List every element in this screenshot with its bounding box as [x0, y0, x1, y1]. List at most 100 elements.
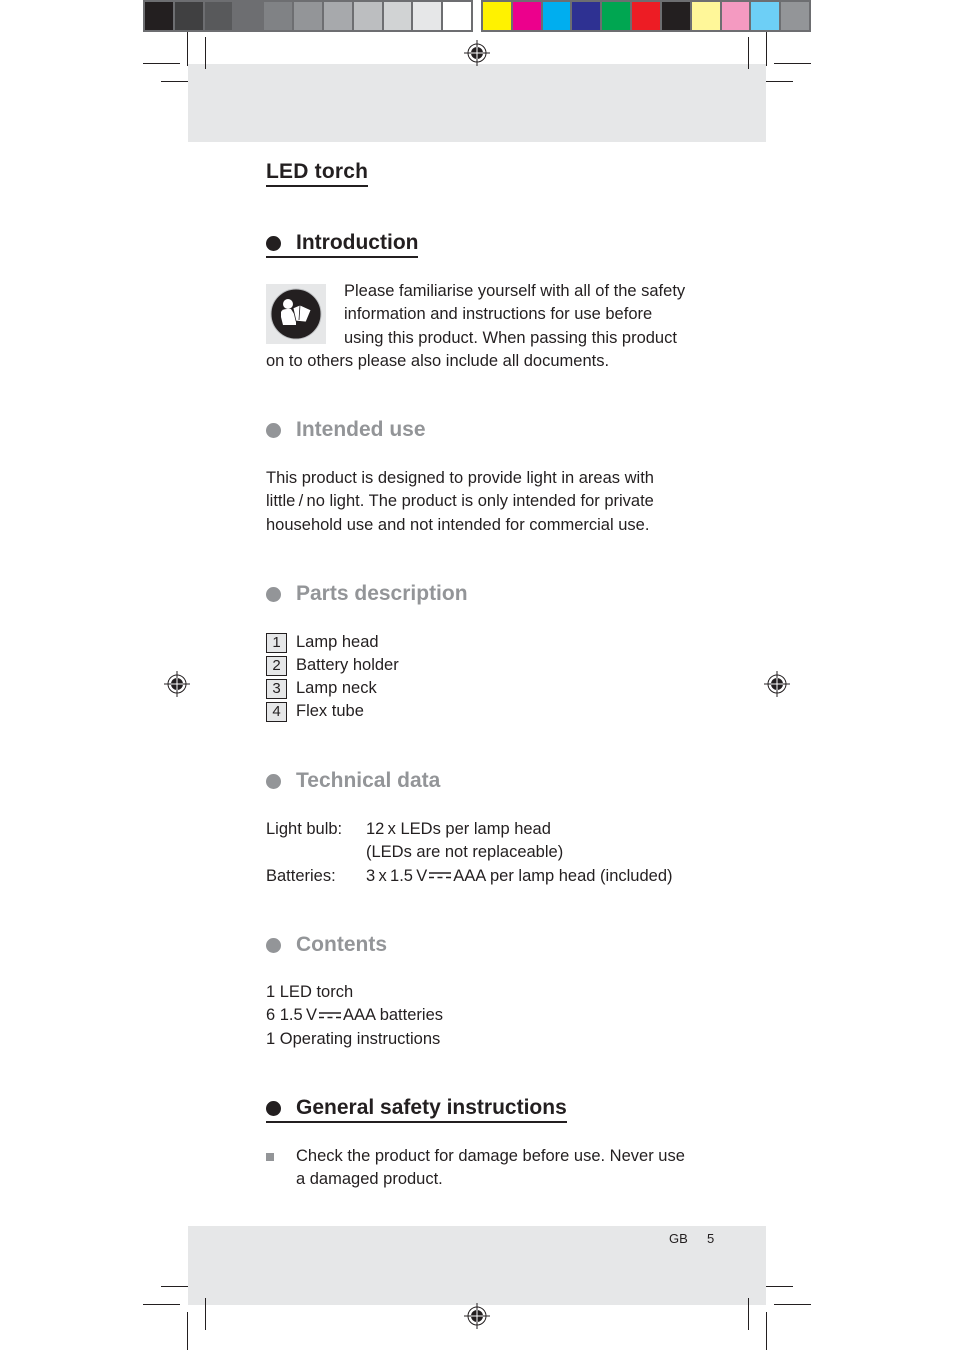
registration-mark-icon: [464, 40, 490, 66]
document-title: LED torch: [266, 160, 369, 187]
tech-value: (LEDs are not replaceable): [366, 843, 564, 862]
crop-mark: [748, 1298, 749, 1330]
bullet-dot-icon: [266, 586, 281, 602]
page-number: 5: [707, 1231, 715, 1246]
color-swatch: [542, 2, 571, 30]
parts-list-item: 2 Battery holder: [266, 654, 399, 677]
gray-swatch: [174, 2, 203, 30]
crop-mark: [766, 1312, 767, 1350]
crop-mark: [187, 1312, 188, 1350]
crop-mark: [161, 1286, 188, 1287]
intro-text-line: Please familiarise yourself with all of …: [344, 282, 686, 300]
contents-item-text: AAA batteries: [343, 1006, 443, 1025]
bullet-dot-icon: [266, 235, 281, 251]
color-swatch: [512, 2, 541, 30]
section-heading-introduction: Introduction: [266, 230, 419, 258]
safety-text-line: Check the product for damage before use.…: [296, 1147, 685, 1165]
section-heading-general-safety: General safety instructions: [266, 1095, 567, 1123]
part-label: Lamp neck: [296, 678, 377, 697]
color-swatch: [602, 2, 631, 30]
tech-row-light-bulb: Light bulb: 12 x LEDs per lamp head: [266, 818, 706, 841]
color-swatch: [781, 2, 809, 30]
intro-text-line: using this product. When passing this pr…: [344, 328, 677, 347]
crop-mark: [187, 32, 188, 66]
part-label: Lamp head: [296, 632, 379, 651]
section-heading-technical-data: Technical data: [266, 768, 440, 794]
part-label: Battery holder: [296, 655, 399, 674]
registration-mark-icon: [464, 1303, 490, 1329]
part-number: 3: [266, 678, 287, 699]
color-swatch: [572, 2, 601, 30]
part-number: 1: [266, 632, 287, 653]
color-swatch: [691, 2, 720, 30]
crop-mark: [766, 81, 793, 82]
section-heading-intended-use: Intended use: [266, 417, 426, 443]
crop-mark: [205, 1298, 206, 1330]
read-manual-icon: [266, 284, 326, 344]
section-heading-contents: Contents: [266, 932, 387, 958]
crop-mark: [205, 37, 206, 69]
color-swatch: [632, 2, 660, 30]
crop-mark: [143, 63, 180, 64]
crop-mark: [774, 63, 811, 64]
square-bullet-icon: [266, 1153, 274, 1161]
section-heading-label: General safety instructions: [296, 1096, 567, 1119]
contents-item: 1 Operating instructions: [266, 1029, 441, 1048]
tech-label: Light bulb:: [266, 820, 343, 838]
tech-value: 3 x 1.5 V: [366, 866, 428, 885]
bullet-dot-icon: [266, 773, 281, 789]
part-number: 4: [266, 701, 287, 722]
crop-mark: [766, 1286, 793, 1287]
process-color-bar: [481, 0, 811, 32]
tech-value: 12 x LEDs per lamp head: [366, 820, 551, 838]
header-band: [188, 64, 766, 142]
tech-row-batteries: Batteries: 3 x 1.5 V AAA per lamp head (i…: [266, 865, 706, 888]
crop-mark: [766, 32, 767, 66]
intro-text-line: on to others please also include all doc…: [266, 352, 610, 370]
part-label: Flex tube: [296, 701, 364, 720]
parts-list-item: 1 Lamp head: [266, 631, 399, 654]
contents-item-text: 6 1.5 V: [266, 1006, 318, 1025]
intended-use-text-line: This product is designed to provide ligh…: [266, 469, 654, 487]
registration-mark-icon: [164, 671, 190, 697]
gray-swatch: [264, 2, 293, 30]
crop-mark: [748, 37, 749, 69]
gray-swatch: [443, 2, 471, 30]
parts-list-item: 4 Flex tube: [266, 700, 399, 723]
safety-text-line: a damaged product.: [296, 1170, 443, 1189]
intro-text-line: information and instructions for use bef…: [344, 305, 653, 324]
contents-item: 6 1.5 V AAA batteries: [266, 1004, 696, 1027]
intended-use-text-line: household use and not intended for comme…: [266, 515, 650, 534]
bullet-dot-icon: [266, 422, 281, 438]
gray-swatch: [353, 2, 382, 30]
tech-value: AAA per lamp head (included): [453, 866, 673, 885]
color-swatch: [661, 2, 690, 30]
section-heading-label: Contents: [296, 933, 387, 956]
gray-color-bar: [143, 0, 473, 32]
section-heading-label: Technical data: [296, 769, 441, 792]
footer-language: GB: [669, 1231, 688, 1246]
crop-mark: [774, 1304, 811, 1305]
tech-label: Batteries:: [266, 866, 336, 885]
tech-row-light-bulb-note: (LEDs are not replaceable): [266, 841, 706, 864]
registration-mark-icon: [764, 671, 790, 697]
crop-mark: [143, 1304, 180, 1305]
direct-current-icon: [319, 1012, 342, 1019]
bullet-dot-icon: [266, 1100, 281, 1116]
gray-swatch: [294, 2, 322, 30]
direct-current-icon: [429, 872, 452, 879]
color-swatch: [751, 2, 780, 30]
intended-use-text-line: little / no light. The product is only i…: [266, 492, 654, 511]
crop-mark: [161, 81, 188, 82]
section-heading-label: Intended use: [296, 418, 426, 441]
gray-swatch: [323, 2, 352, 30]
section-heading-parts-description: Parts description: [266, 581, 468, 607]
color-swatch: [721, 2, 750, 30]
gray-swatch: [383, 2, 412, 30]
contents-item: 1 LED torch: [266, 983, 354, 1001]
bullet-dot-icon: [266, 937, 281, 953]
gray-swatch: [234, 2, 263, 30]
gray-swatch: [145, 2, 173, 30]
part-number: 2: [266, 655, 287, 676]
gray-swatch: [204, 2, 233, 30]
